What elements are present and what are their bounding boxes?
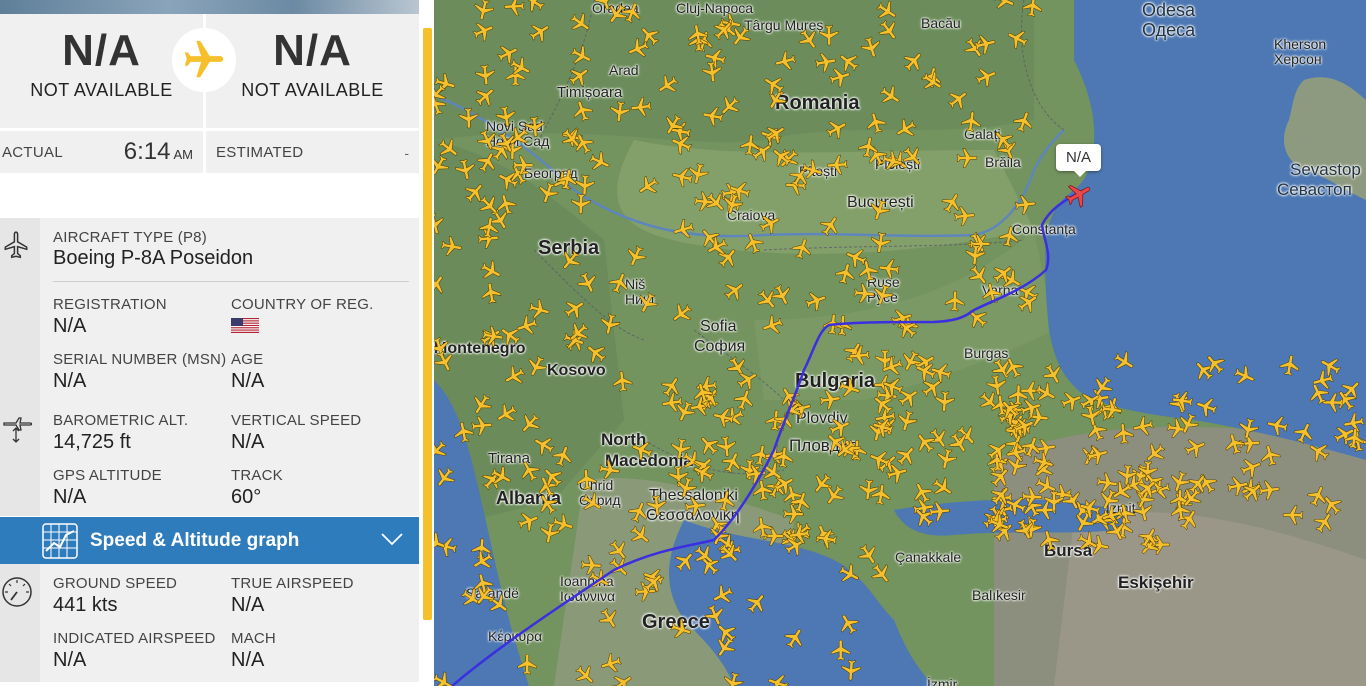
gps-alt-value: N/A [53,486,87,508]
actual-label: ACTUAL [2,144,63,161]
origin-name: NOT AVAILABLE [30,80,173,100]
flight-track-line [451,188,1085,686]
vertical-speed-value: N/A [231,431,265,453]
estimated-value: - [404,145,409,161]
destination-name: NOT AVAILABLE [241,80,384,100]
aircraft-photo-strip [0,0,419,14]
us-flag-icon [231,318,259,338]
progress-spacer [0,176,419,216]
altitude-icon [2,414,34,449]
origin-box[interactable]: N/A NOT AVAILABLE [0,14,203,128]
baro-alt-value: 14,725 ft [53,431,131,453]
selected-aircraft-callout[interactable]: N/A [1056,144,1102,177]
flight-info-panel: N/A NOT AVAILABLE N/A NOT AVAILABLE ACTU… [0,0,434,686]
chevron-down-icon [381,532,403,551]
indicated-airspeed-value: N/A [53,649,87,671]
flight-map[interactable]: Romania Serbia Bulgaria Greece Albania K… [434,0,1366,686]
aircraft-type-label: AIRCRAFT TYPE (P8) [53,229,207,246]
aircraft-type-value: Boeing P-8A Poseidon [53,247,254,269]
age-value: N/A [231,370,265,392]
ground-speed-value: 441 kts [53,594,118,616]
mach-label: MACH [231,630,276,647]
gps-alt-label: GPS ALTITUDE [53,467,162,484]
baro-alt-label: BAROMETRIC ALT. [53,412,189,429]
section-divider [53,281,409,282]
graph-icon [42,523,78,564]
true-airspeed-label: TRUE AIRSPEED [231,575,354,592]
ground-speed-label: GROUND SPEED [53,575,178,592]
flight-track-layer [451,188,1085,686]
age-label: AGE [231,351,264,368]
serial-value: N/A [53,370,87,392]
registration-label: REGISTRATION [53,296,167,313]
actual-time: 6:14 AM [123,138,193,165]
track-label: TRACK [231,467,283,484]
speed-altitude-graph-toggle[interactable]: Speed & Altitude graph [0,517,419,564]
actual-time-row: ACTUAL 6:14 AM [0,131,203,173]
route-plane-icon [172,28,236,92]
estimated-label: ESTIMATED [216,144,304,161]
panel-scrollbar-thumb[interactable] [423,28,432,620]
destination-box[interactable]: N/A NOT AVAILABLE [206,14,419,128]
country-label: COUNTRY OF REG. [231,296,374,313]
serial-label: SERIAL NUMBER (MSN) [53,351,227,368]
registration-value: N/A [53,315,87,337]
aircraft-details-section: AIRCRAFT TYPE (P8) Boeing P-8A Poseidon … [0,218,419,516]
destination-code: N/A [273,26,352,75]
flight-info-content: N/A NOT AVAILABLE N/A NOT AVAILABLE ACTU… [0,0,419,686]
vertical-speed-label: VERTICAL SPEED [231,412,362,429]
true-airspeed-value: N/A [231,594,265,616]
track-value: 60° [231,486,262,508]
speed-details-section: GROUND SPEED 441 kts TRUE AIRSPEED N/A I… [0,564,419,682]
aircraft-icon [3,230,29,265]
indicated-airspeed-label: INDICATED AIRSPEED [53,630,216,647]
graph-toggle-label: Speed & Altitude graph [90,530,300,551]
estimated-time-row: ESTIMATED - [206,131,419,173]
mach-value: N/A [231,649,265,671]
speedometer-icon [1,576,33,613]
